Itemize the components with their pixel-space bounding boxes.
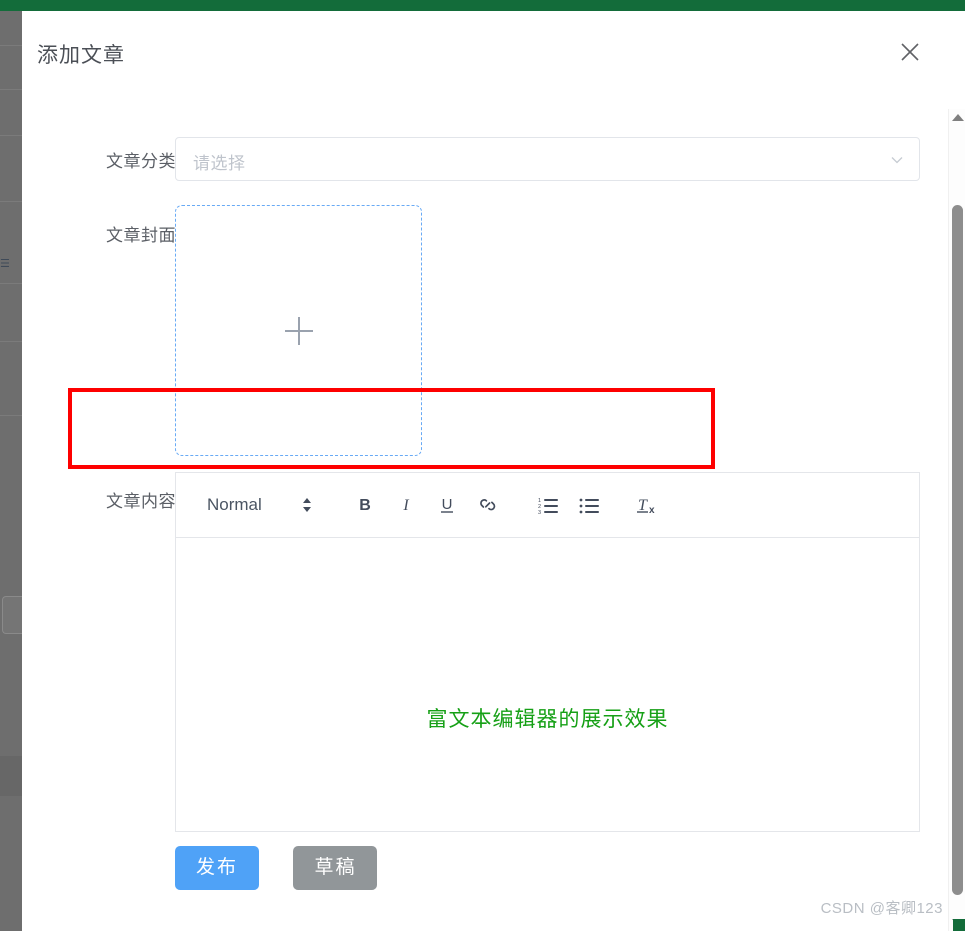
label-article-category: 文章分类 bbox=[106, 152, 176, 171]
rich-text-editor: Normal B I U 1 2 3 T x 富文本编辑器的展示效果 bbox=[175, 472, 920, 832]
link-icon[interactable] bbox=[474, 491, 502, 519]
scrollbar-thumb[interactable] bbox=[952, 205, 963, 895]
category-select[interactable]: 请选择 bbox=[175, 137, 920, 181]
vertical-scrollbar[interactable] bbox=[948, 109, 965, 931]
italic-icon[interactable]: I bbox=[392, 491, 420, 519]
clear-format-icon[interactable]: T x bbox=[634, 491, 662, 519]
background-search-box bbox=[2, 596, 22, 634]
updown-arrows-icon bbox=[301, 495, 313, 515]
bullet-list-icon[interactable] bbox=[575, 491, 603, 519]
underline-icon[interactable]: U bbox=[433, 491, 461, 519]
watermark-text: CSDN @客卿123 bbox=[820, 900, 943, 917]
background-list-icon: ☰ bbox=[0, 258, 10, 270]
svg-text:U: U bbox=[441, 496, 452, 513]
dialog-body: 文章分类 请选择 文章封面 文章内容 Normal B I U 1 2 3 T … bbox=[22, 95, 943, 931]
scrollbar-corner bbox=[953, 919, 965, 931]
ordered-list-icon[interactable]: 1 2 3 bbox=[535, 491, 563, 519]
editor-text: 富文本编辑器的展示效果 bbox=[426, 708, 669, 731]
chevron-down-icon bbox=[890, 153, 904, 167]
modal-overlay-background[interactable]: ☰ bbox=[0, 11, 22, 931]
cover-upload-dropzone[interactable] bbox=[175, 205, 422, 456]
add-article-dialog: 添加文章 文章分类 请选择 文章封面 文章内容 Normal B I U 1 2… bbox=[22, 11, 943, 931]
app-topbar bbox=[0, 0, 965, 11]
page-title: 添加文章 bbox=[37, 44, 125, 67]
svg-text:I: I bbox=[402, 497, 409, 514]
category-select-placeholder: 请选择 bbox=[193, 154, 246, 173]
label-article-content: 文章内容 bbox=[106, 492, 176, 511]
format-select[interactable]: Normal bbox=[207, 495, 313, 515]
label-article-cover: 文章封面 bbox=[106, 226, 176, 245]
draft-button[interactable]: 草稿 bbox=[293, 846, 378, 890]
screen-root: ☰ 添加文章 文章分类 请选择 文章封面 文章内容 Normal B I U 1… bbox=[0, 0, 965, 931]
bold-icon[interactable]: B bbox=[351, 491, 379, 519]
close-icon[interactable] bbox=[897, 39, 923, 65]
dialog-footer: 发布 草稿 bbox=[175, 846, 378, 890]
scroll-up-arrow-icon[interactable] bbox=[952, 114, 964, 121]
svg-text:3: 3 bbox=[538, 510, 541, 515]
publish-button[interactable]: 发布 bbox=[175, 846, 260, 890]
dialog-header: 添加文章 bbox=[22, 11, 943, 95]
svg-text:x: x bbox=[649, 505, 655, 516]
format-select-label: Normal bbox=[207, 495, 262, 514]
svg-text:B: B bbox=[359, 497, 371, 514]
background-band bbox=[0, 756, 22, 796]
editor-toolbar: Normal B I U 1 2 3 T x bbox=[175, 472, 920, 537]
editor-content-area[interactable]: 富文本编辑器的展示效果 bbox=[175, 538, 920, 832]
plus-icon bbox=[284, 316, 313, 345]
